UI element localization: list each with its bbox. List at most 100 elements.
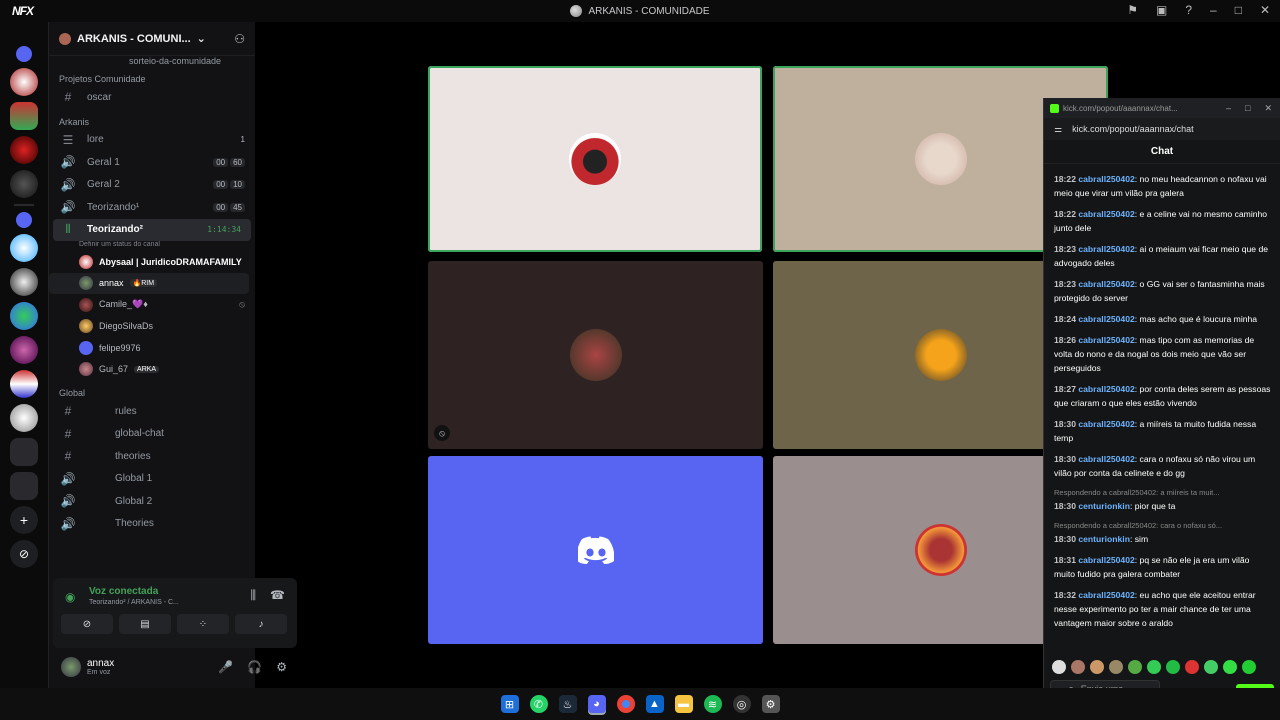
chrome-icon[interactable] [616,695,635,713]
chat-message: 18:30 cabrall250402: a miíreis ta muito … [1054,419,1257,443]
minimize-icon[interactable]: – [1226,103,1231,114]
guild-header[interactable]: ARKANIS - COMUNI... ⌄ ⚇ [49,22,255,56]
emote-icon[interactable] [1223,660,1237,674]
obs-icon[interactable]: ◎ [732,695,751,713]
muted-icon: ⦸ [239,299,245,310]
channel-global2[interactable]: 🔊 Global 2 [49,490,255,513]
emote-icon[interactable] [1052,660,1066,674]
signal-icon[interactable]: ◉ [65,590,75,604]
channel-global-chat[interactable]: # global-chat [49,423,255,446]
maximize-icon[interactable]: □ [1235,3,1242,17]
display-icon[interactable]: ▣ [1156,3,1167,17]
speaker-icon: 🔊 [60,200,76,215]
emote-icon[interactable] [1109,660,1123,674]
whatsapp-icon[interactable]: ✆ [529,695,548,713]
avatar [569,329,622,381]
emote-bar [1052,660,1256,674]
server-2[interactable] [10,102,38,130]
headphones-icon[interactable]: 🎧 [247,660,262,674]
emote-icon[interactable] [1128,660,1142,674]
activities-button[interactable]: ⁘ [177,614,229,634]
maximize-icon[interactable]: □ [1245,103,1250,114]
emote-icon[interactable] [1071,660,1085,674]
site-settings-icon[interactable]: ⚌ [1054,124,1062,135]
microphone-icon[interactable]: 🎤 [218,660,233,674]
reply-preview[interactable]: Respondendo a cabrall250402: a miíreis t… [1054,487,1271,499]
chat-message: 18:30 centurionkin: pior que ta [1054,501,1176,511]
server-7[interactable] [10,302,38,330]
folder-icon[interactable] [16,212,32,228]
chevron-down-icon: ⌄ [196,33,206,45]
channel-rules[interactable]: # rules [49,400,255,423]
settings-icon[interactable]: ⚙ [761,695,780,713]
spotify-icon[interactable]: ≋ [703,695,722,713]
voice-user[interactable]: annax 🔥RIM [49,272,249,294]
emote-icon[interactable] [1242,660,1256,674]
video-tile[interactable]: ⦸ [428,261,763,449]
steam-icon[interactable]: ♨ [558,695,577,713]
channel-geral2[interactable]: 🔊 Geral 2 00 10 [49,174,255,197]
screen-share-button[interactable]: ▤ [119,614,171,634]
server-3[interactable] [10,136,38,164]
close-icon[interactable]: ✕ [1264,103,1272,114]
video-tile[interactable] [428,456,763,644]
url-bar[interactable]: ⚌ kick.com/popout/aaannax/chat [1044,118,1280,140]
channel-lore[interactable]: ☰ lore 1 [49,129,255,152]
add-server-icon[interactable]: + [10,506,38,534]
close-icon[interactable]: ✕ [1260,3,1270,17]
channel-status-hint[interactable]: Definir um status do canal [49,241,255,251]
minimize-icon[interactable]: – [1210,3,1217,17]
channel-theories[interactable]: # theories [49,445,255,468]
video-tile[interactable] [428,66,762,252]
voice-channel-link[interactable]: Teorizando² / ARKANIS - C... [89,599,179,606]
server-5[interactable] [10,234,38,262]
disconnect-icon[interactable]: ☎ [270,588,285,603]
inbox-icon[interactable]: ⚑ [1127,3,1138,17]
file-explorer-icon[interactable]: ▬ [674,695,693,713]
voice-user[interactable]: Abysaal | JuridicoDRAMAFAMILY [49,251,255,273]
server-4[interactable] [10,170,38,198]
soundboard-icon[interactable]: ⫼ [251,588,257,603]
category-global[interactable]: Global [49,380,255,400]
channel-geral1[interactable]: 🔊 Geral 1 00 60 [49,151,255,174]
server-6[interactable] [10,268,38,296]
avatar [914,133,967,185]
server-1[interactable] [10,68,38,96]
channel-teorizando2[interactable]: ⦀ Teorizando² 1:14:34 [53,218,251,241]
photos-icon[interactable]: ▲ [645,695,664,713]
popup-titlebar: kick.com/popout/aaannax/chat... – □ ✕ [1044,98,1280,118]
emote-icon[interactable] [1147,660,1161,674]
channel-theories-voice[interactable]: 🔊 Theories [49,513,255,536]
voice-user[interactable]: DiegoSilvaDs [49,316,255,338]
server-9[interactable] [10,370,38,398]
voice-user[interactable]: Camile_💜♦ ⦸ [49,294,255,316]
channel-global1[interactable]: 🔊 Global 1 [49,468,255,491]
category-arkanis[interactable]: Arkanis [49,109,255,129]
camera-off-button[interactable]: ⊘ [61,614,113,634]
emote-icon[interactable] [1166,660,1180,674]
voice-user[interactable]: felipe9976 [49,337,255,359]
emote-icon[interactable] [1090,660,1104,674]
help-icon[interactable]: ? [1185,3,1192,17]
reply-preview[interactable]: Respondendo a cabrall250402: cara o nofa… [1054,520,1271,532]
emote-icon[interactable] [1204,660,1218,674]
discord-icon[interactable]: ◕ [587,695,606,713]
avatar [79,276,93,291]
emote-icon[interactable] [1185,660,1199,674]
windows-start-icon[interactable]: ⊞ [500,695,519,713]
server-folder-1[interactable] [10,438,38,466]
server-arkanis[interactable] [10,404,38,432]
channel-oscar[interactable]: # oscar [49,86,255,109]
server-folder-2[interactable] [10,472,38,500]
soundboard-button[interactable]: ♪ [235,614,287,634]
server-8[interactable] [10,336,38,364]
discover-icon[interactable]: ⊘ [10,540,38,568]
channel-cut[interactable]: sorteio-da-comunidade [49,56,255,66]
avatar[interactable] [61,657,81,677]
invite-icon[interactable]: ⚇ [234,32,245,46]
gear-icon[interactable]: ⚙ [276,660,287,674]
voice-user[interactable]: Gui_67 ARKA [49,359,255,381]
category-projetos[interactable]: Projetos Comunidade [49,66,255,86]
dm-icon[interactable] [16,46,32,62]
channel-teorizando1[interactable]: 🔊 Teorizando¹ 00 45 [49,196,255,219]
